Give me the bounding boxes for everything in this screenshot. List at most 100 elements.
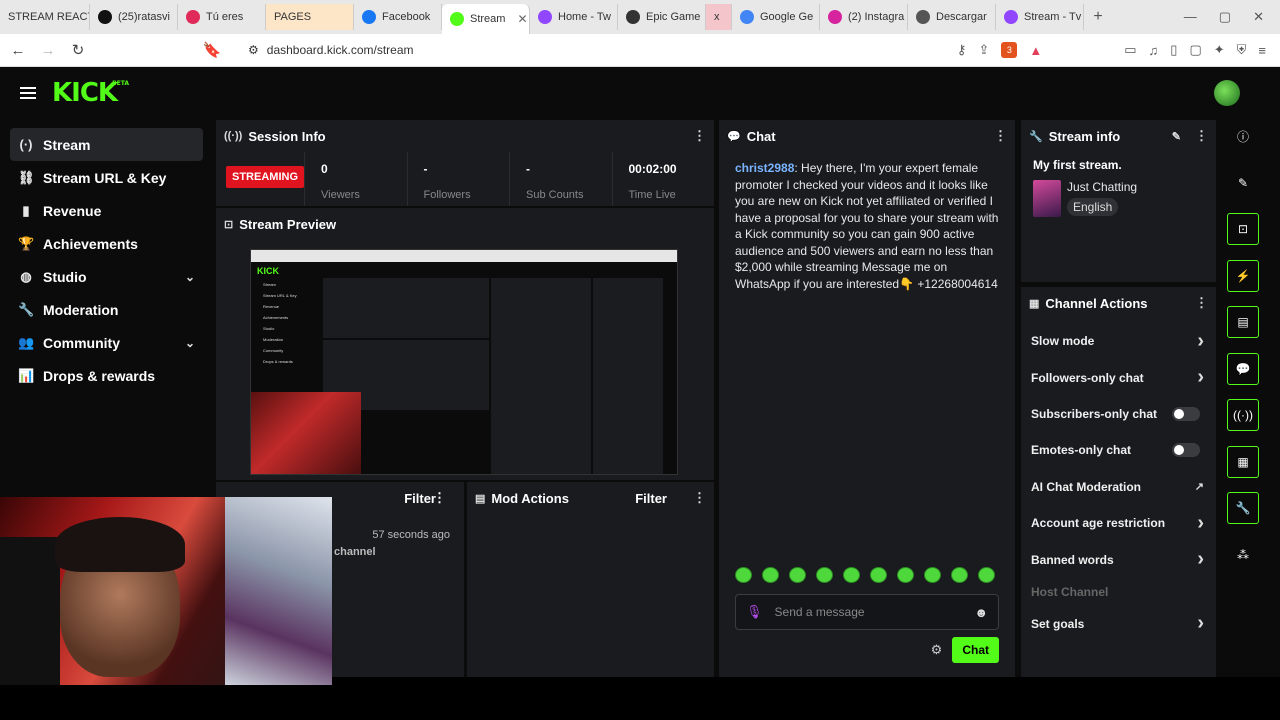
emote-icon[interactable]	[762, 567, 779, 583]
document-icon[interactable]: ▤	[1227, 306, 1259, 338]
rewards-icon[interactable]: ▲	[1029, 43, 1042, 58]
sidebar-item-stream[interactable]: (·) Stream	[10, 128, 203, 161]
emoji-icon[interactable]: ☻	[974, 605, 988, 620]
mod-actions-filter-button[interactable]: Filter	[635, 491, 667, 506]
chevron-right-icon[interactable]: ›	[1197, 366, 1204, 389]
stack-icon[interactable]: ▦	[1227, 445, 1259, 478]
emote-icon[interactable]	[735, 567, 752, 583]
toggle-switch[interactable]	[1172, 443, 1200, 458]
more-options-icon[interactable]: ⋮	[693, 490, 706, 506]
chat-send-button[interactable]: Chat	[952, 637, 999, 663]
reload-icon[interactable]: ↻	[66, 41, 90, 59]
emote-icon[interactable]	[843, 567, 860, 583]
chevron-right-icon[interactable]: ›	[1197, 512, 1204, 535]
wallet-icon[interactable]: ▢	[1189, 42, 1201, 58]
emote-icon[interactable]	[816, 567, 833, 583]
emote-icon[interactable]	[897, 567, 914, 583]
chevron-right-icon[interactable]: ›	[1197, 330, 1204, 353]
sidebar-item-revenue[interactable]: ▮ Revenue	[10, 194, 203, 227]
menu-icon[interactable]: ≡	[1258, 43, 1266, 58]
broadcast-icon[interactable]: ((·))	[1227, 399, 1259, 431]
browser-tab[interactable]: STREAM REACT	[0, 4, 90, 30]
forward-icon[interactable]: →	[36, 42, 60, 59]
chat-settings-gear-icon[interactable]: ⚙	[931, 642, 943, 658]
external-link-icon[interactable]: ↗	[1195, 480, 1204, 493]
vpn-icon[interactable]: ⛨	[1237, 42, 1247, 58]
browser-tab[interactable]: Epic Game	[618, 4, 706, 30]
more-options-icon[interactable]: ⋮	[1195, 128, 1208, 144]
music-icon[interactable]: ♫	[1149, 43, 1159, 58]
sidebar-item-stream-url-key[interactable]: ⛓ Stream URL & Key	[10, 161, 203, 194]
minimize-icon[interactable]: —	[1184, 9, 1197, 25]
sidebar-item-studio[interactable]: ◍ Studio ⌄	[10, 260, 203, 293]
leo-icon[interactable]: ✦	[1214, 42, 1225, 58]
browser-tab[interactable]: Google Ge	[732, 4, 820, 30]
maximize-icon[interactable]: ▢	[1219, 9, 1231, 25]
chat-input[interactable]: 🎙 Send a message ☻	[735, 594, 999, 630]
emote-icon[interactable]	[978, 567, 995, 583]
sidebar-item-moderation[interactable]: 🔧 Moderation	[10, 293, 203, 326]
more-options-icon[interactable]: ⋮	[994, 128, 1007, 144]
new-tab-button[interactable]: +	[1084, 8, 1112, 26]
more-options-icon[interactable]: ⋮	[1195, 295, 1208, 311]
channel-action-account-age-restriction[interactable]: Account age restriction ›	[1021, 505, 1216, 541]
site-info-icon[interactable]: ⚙	[248, 43, 259, 57]
emote-icon[interactable]	[924, 567, 941, 583]
url-field[interactable]: ⚙ dashboard.kick.com/stream	[248, 43, 414, 57]
back-icon[interactable]: ←	[6, 42, 30, 59]
channel-action-banned-words[interactable]: Banned words ›	[1021, 541, 1216, 577]
channel-action-emotes-only-chat[interactable]: Emotes-only chat	[1021, 432, 1216, 468]
more-options-icon[interactable]: ⋮	[693, 128, 706, 144]
user-avatar[interactable]	[1214, 80, 1240, 106]
chevron-right-icon[interactable]: ›	[1197, 612, 1204, 635]
browser-tab[interactable]: Home - Tw	[530, 4, 618, 30]
lightning-icon[interactable]: ⚡	[1227, 259, 1259, 292]
browser-tab[interactable]: Facebook	[354, 4, 442, 30]
key-icon[interactable]: ⚷	[957, 42, 967, 58]
stream-preview-video[interactable]: KICK Stream Stream URL & Key Revenue Achiev…	[250, 249, 678, 475]
bookmark-icon[interactable]: 🔖	[200, 41, 224, 59]
sidebar-item-drops-rewards[interactable]: 📊 Drops & rewards	[10, 359, 203, 392]
chat-bubble-icon[interactable]: 💬	[1227, 352, 1259, 385]
channel-action-set-goals[interactable]: Set goals ›	[1021, 606, 1216, 642]
browser-tab[interactable]: (2) Instagra	[820, 4, 908, 30]
channel-action-subscribers-only-chat[interactable]: Subscribers-only chat	[1021, 396, 1216, 432]
browser-tab[interactable]: (25)ratasvi	[90, 4, 178, 30]
preview-widget-icon[interactable]: ⊡	[1227, 213, 1259, 245]
close-tab-icon[interactable]: ✕	[517, 12, 527, 26]
activity-filter-button[interactable]: Filter	[404, 491, 436, 506]
more-options-icon[interactable]: ⋮	[433, 490, 446, 506]
browser-tab[interactable]: Tú eres	[178, 4, 266, 30]
chevron-down-icon[interactable]: ⌄	[185, 270, 195, 284]
emote-icon[interactable]	[870, 567, 887, 583]
browser-tab[interactable]: x	[706, 4, 732, 30]
browser-tab[interactable]: Descargar	[908, 4, 996, 30]
close-window-icon[interactable]: ✕	[1253, 9, 1264, 25]
emote-icon[interactable]	[951, 567, 968, 583]
chevron-right-icon[interactable]: ›	[1197, 548, 1204, 571]
emote-icon[interactable]	[789, 567, 806, 583]
sidebar-toggle-icon[interactable]: ▭	[1124, 42, 1136, 58]
edit-pencil-icon[interactable]: ✎	[1172, 130, 1181, 143]
wrench-icon[interactable]: 🔧	[1227, 492, 1259, 524]
widgets-icon[interactable]: ⁂	[1227, 539, 1259, 571]
sidebar-item-community[interactable]: 👥 Community ⌄	[10, 326, 203, 359]
channel-action-slow-mode[interactable]: Slow mode ›	[1021, 323, 1216, 359]
browser-tab[interactable]: PAGES	[266, 4, 354, 30]
browser-tab[interactable]: Stream ✕	[442, 4, 530, 34]
share-icon[interactable]: ⇪	[978, 42, 989, 58]
toggle-switch[interactable]	[1172, 406, 1200, 421]
microphone-icon[interactable]: 🎙	[746, 604, 763, 620]
edit-pencil-icon[interactable]: ✎	[1227, 167, 1259, 199]
channel-action-ai-chat-moderation[interactable]: AI Chat Moderation ↗	[1021, 469, 1216, 505]
panel-icon[interactable]: ▯	[1170, 42, 1177, 58]
chevron-down-icon[interactable]: ⌄	[185, 336, 195, 350]
sidebar-item-achievements[interactable]: 🏆 Achievements	[10, 227, 203, 260]
kick-logo[interactable]: KICK BETA	[52, 78, 129, 108]
channel-action-followers-only-chat[interactable]: Followers-only chat ›	[1021, 359, 1216, 395]
chat-username[interactable]: christ2988	[735, 161, 794, 175]
info-icon[interactable]: ⓘ	[1227, 120, 1259, 152]
brave-shield-icon[interactable]: 3	[1001, 42, 1018, 58]
hamburger-menu-icon[interactable]	[20, 87, 36, 99]
browser-tab[interactable]: Stream - Tv	[996, 4, 1084, 30]
